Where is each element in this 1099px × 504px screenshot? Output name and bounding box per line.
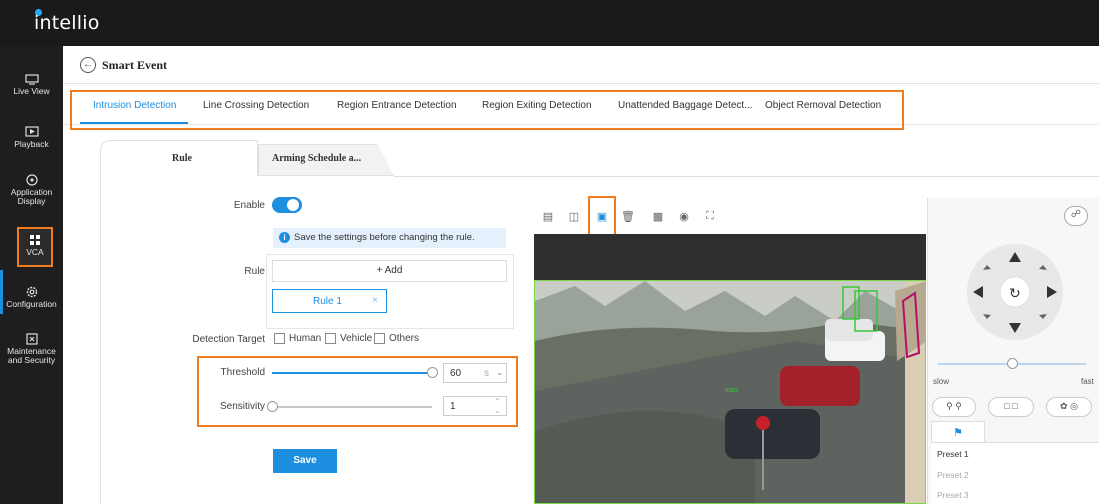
tab-line-crossing-detection[interactable]: Line Crossing Detection	[203, 100, 309, 111]
rule-label: Rule	[244, 266, 265, 277]
max-size-icon[interactable]: ◫	[567, 210, 581, 223]
lock-icon[interactable]: ☍	[1064, 206, 1088, 226]
focus-buttons[interactable]: □ □	[988, 397, 1034, 417]
app-display-icon	[25, 174, 38, 186]
ptz-direction-pad[interactable]: ↻	[955, 240, 1075, 340]
zoom-buttons[interactable]: ⚲ ⚲	[932, 397, 976, 417]
focus-far-icon[interactable]: □	[1012, 401, 1017, 411]
preset-tab[interactable]: ⚑	[931, 421, 985, 443]
stepper-arrows-icon[interactable]: ⌃ ⌄	[494, 397, 501, 415]
others-label: Others	[389, 333, 420, 344]
iris-buttons[interactable]: ✿ ◎	[1046, 397, 1092, 417]
threshold-unit: s	[484, 368, 489, 379]
subtab-divider	[394, 176, 1099, 177]
gear-icon	[26, 286, 37, 298]
top-bar: intellio	[0, 0, 1099, 46]
threshold-slider-knob[interactable]	[427, 367, 438, 378]
threshold-slider-fill	[272, 372, 432, 374]
sidebar-item-label: Application Display	[10, 187, 53, 206]
threshold-value: 60	[450, 368, 462, 379]
info-text: Save the settings before changing the ru…	[294, 232, 475, 243]
enable-toggle[interactable]	[272, 197, 302, 213]
back-arrow-icon[interactable]: ←	[80, 57, 96, 73]
maintenance-icon	[25, 333, 38, 345]
add-rule-button[interactable]: + Add	[272, 260, 507, 282]
subtab-rule-label[interactable]: Rule	[172, 153, 192, 164]
threshold-label: Threshold	[220, 367, 265, 378]
subtab-arming-label[interactable]: Arming Schedule a...	[272, 153, 361, 164]
others-checkbox[interactable]	[374, 333, 385, 344]
ptz-speed-knob[interactable]	[1007, 358, 1018, 369]
draw-area-icon[interactable]: ▤	[541, 210, 555, 223]
page-header: ← Smart Event	[63, 46, 1099, 84]
zoom-out-icon[interactable]: ⚲	[946, 401, 953, 411]
preset-item[interactable]: Preset 2	[937, 470, 969, 480]
sidebar	[0, 46, 63, 504]
sidebar-item-label: Maintenance and Security	[7, 346, 56, 365]
svg-text:↻: ↻	[1009, 286, 1021, 302]
human-label: Human	[289, 333, 322, 344]
delete-icon[interactable]: 🗑	[621, 210, 635, 223]
tab-unattended-baggage-detection[interactable]: Unattended Baggage Detect...	[618, 100, 753, 111]
video-overlay-text: mtbx	[725, 388, 738, 394]
toolbar-highlight-box	[588, 196, 616, 236]
page-title: Smart Event	[102, 58, 167, 72]
close-icon[interactable]: ×	[372, 295, 378, 306]
toggle-knob	[287, 199, 299, 211]
sensitivity-slider[interactable]	[272, 406, 432, 408]
human-checkbox[interactable]	[274, 333, 285, 344]
sidebar-item-live-view[interactable]: Live View	[0, 73, 63, 96]
playback-icon	[24, 126, 39, 137]
record-icon[interactable]: ◉	[677, 210, 691, 223]
iris-open-icon[interactable]: ✿	[1060, 401, 1068, 411]
sensitivity-label: Sensitivity	[219, 401, 265, 412]
sensitivity-slider-knob[interactable]	[267, 401, 278, 412]
sidebar-item-label: Configuration	[6, 299, 57, 309]
threshold-slider[interactable]	[272, 372, 432, 374]
vca-icon	[30, 235, 40, 245]
tab-region-entrance-detection[interactable]: Region Entrance Detection	[337, 100, 457, 111]
flag-icon: ⚑	[953, 427, 963, 439]
sidebar-item-application-display[interactable]: Application Display	[0, 174, 63, 206]
sidebar-item-label: Playback	[14, 139, 49, 149]
sidebar-item-maintenance[interactable]: Maintenance and Security	[0, 333, 63, 365]
sidebar-item-label: Live View	[13, 86, 50, 96]
snapshot-icon[interactable]: ▩	[651, 210, 665, 223]
vehicle-label: Vehicle	[340, 333, 373, 344]
sensitivity-input[interactable]: 1 ⌃ ⌄	[443, 396, 507, 416]
camera-scene-image: mtbx	[535, 281, 925, 503]
sensitivity-value: 1	[450, 401, 456, 412]
tab-region-exiting-detection[interactable]: Region Exiting Detection	[482, 100, 592, 111]
video-header-strip	[534, 234, 926, 280]
rule-chip-label: Rule 1	[313, 296, 342, 307]
vehicle-checkbox[interactable]	[325, 333, 336, 344]
enable-label: Enable	[233, 200, 265, 211]
focus-near-icon[interactable]: □	[1004, 401, 1009, 411]
speed-slow-label: slow	[933, 377, 950, 386]
active-tab-underline	[80, 122, 188, 124]
save-button[interactable]: Save	[273, 449, 337, 473]
rule-chip[interactable]: Rule 1 ×	[272, 289, 387, 313]
zoom-in-icon[interactable]: ⚲	[955, 401, 962, 411]
sidebar-item-label: VCA	[26, 247, 44, 257]
fullscreen-icon[interactable]: ⛶	[703, 210, 717, 223]
info-banner: i Save the settings before changing the …	[273, 228, 506, 248]
speed-fast-label: fast	[1081, 377, 1094, 386]
app-logo: intellio	[34, 12, 100, 34]
sidebar-item-playback[interactable]: Playback	[0, 126, 63, 149]
monitor-icon	[24, 74, 39, 85]
chevron-down-icon[interactable]: ⌄	[496, 367, 504, 378]
info-icon: i	[279, 232, 290, 243]
panel-border	[100, 176, 101, 504]
threshold-input[interactable]: 60 s ⌄	[443, 363, 507, 383]
preset-item[interactable]: Preset 3	[937, 490, 969, 500]
tab-object-removal-detection[interactable]: Object Removal Detection	[765, 100, 881, 111]
sidebar-item-configuration[interactable]: Configuration	[0, 286, 63, 309]
preset-item[interactable]: Preset 1	[937, 449, 969, 459]
iris-close-icon[interactable]: ◎	[1070, 401, 1078, 411]
camera-feed[interactable]: mtbx	[534, 280, 926, 504]
sidebar-item-vca[interactable]: VCA	[17, 227, 53, 267]
tab-intrusion-detection[interactable]: Intrusion Detection	[93, 100, 176, 111]
detection-target-label: Detection Target	[192, 334, 265, 345]
